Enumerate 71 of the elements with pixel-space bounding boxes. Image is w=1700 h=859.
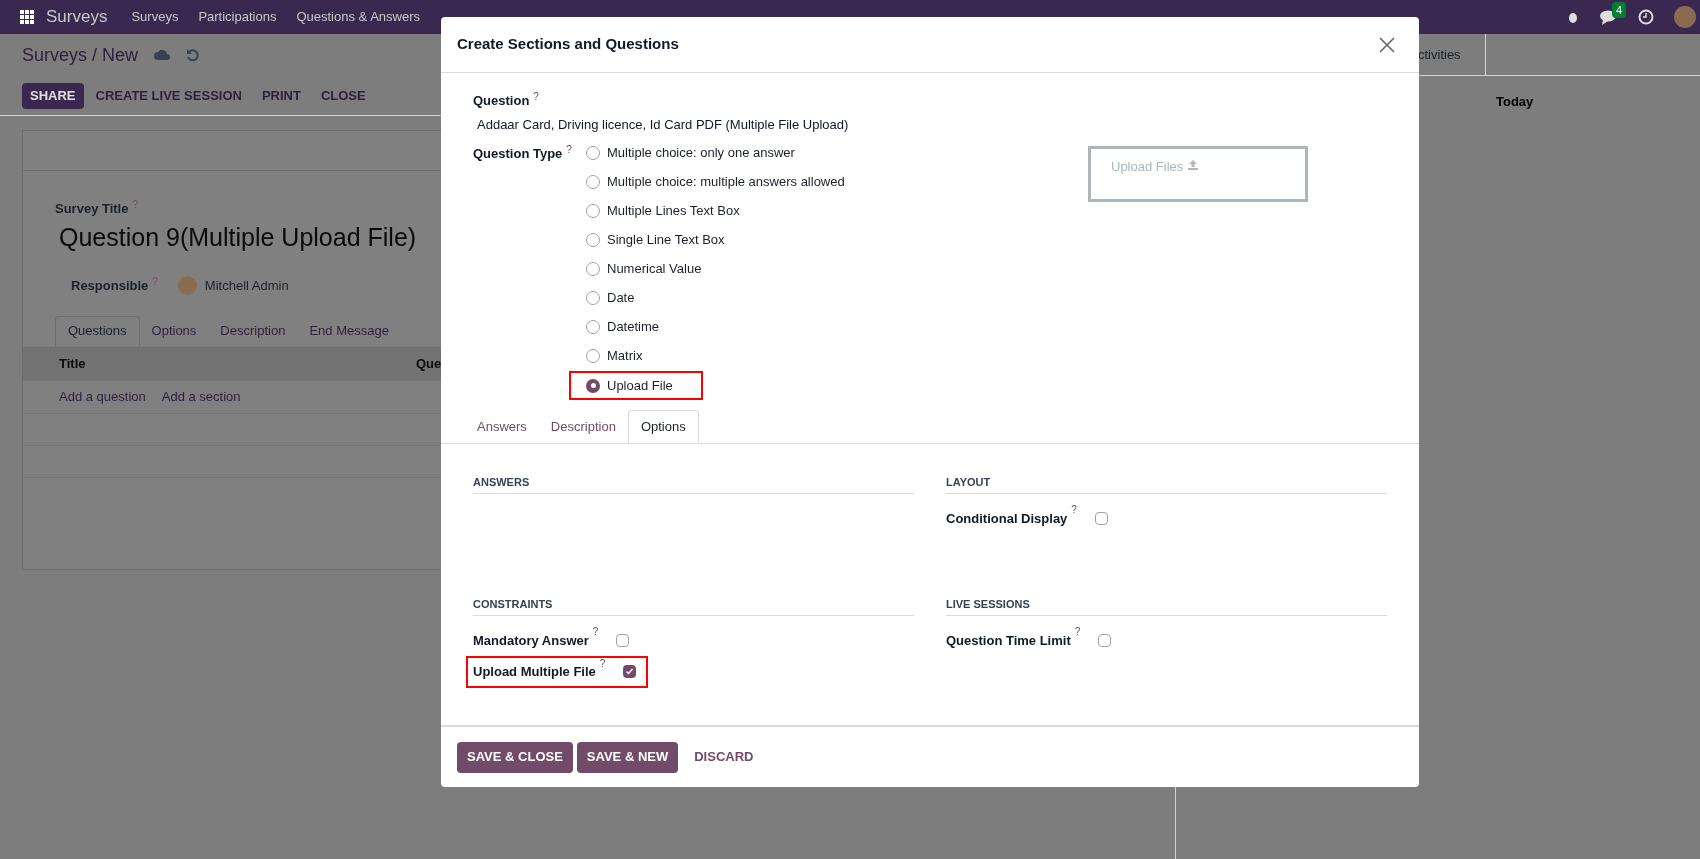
add-link[interactable]: Add a question: [59, 386, 146, 407]
section-heading: CONSTRAINTS: [473, 596, 914, 616]
date-separator: Today: [1496, 93, 1534, 111]
field-label: Mandatory Answer: [473, 632, 589, 650]
help-mark[interactable]: ?: [599, 657, 606, 669]
radio-button[interactable]: [586, 378, 600, 393]
form-tab[interactable]: End Message: [297, 315, 401, 347]
radio-label[interactable]: Single Line Text Box: [607, 229, 725, 250]
help-mark[interactable]: ?: [1074, 625, 1081, 637]
add-link[interactable]: Add a section: [161, 386, 241, 407]
question-input[interactable]: Addaar Card, Driving licence, Id Card PDF (Multiple File Upload): [477, 114, 1073, 134]
checkbox[interactable]: [623, 665, 637, 679]
help-mark[interactable]: ?: [533, 91, 539, 102]
dialog-tab[interactable]: Options: [627, 410, 699, 443]
field-label: Question Time Limit: [946, 632, 1071, 650]
discard-button[interactable]: DISCARD: [682, 741, 766, 773]
help-mark[interactable]: ?: [1071, 503, 1077, 515]
user-avatar[interactable]: [1674, 6, 1696, 28]
clock-icon[interactable]: [1638, 9, 1654, 25]
action-button[interactable]: PRINT: [253, 82, 309, 109]
breadcrumb[interactable]: Surveys / New: [22, 41, 139, 69]
radio-label[interactable]: Numerical Value: [607, 258, 702, 279]
field-label: Upload Multiple File: [473, 663, 596, 681]
preview-text: Upload Files: [1111, 158, 1184, 176]
menu-item[interactable]: Participations: [198, 7, 277, 27]
help-mark[interactable]: ?: [592, 625, 599, 637]
form-tab[interactable]: Description: [208, 315, 298, 347]
radio-label[interactable]: Multiple choice: multiple answers allowed: [607, 171, 845, 192]
field-label: Question Type: [473, 145, 563, 163]
column-header: Title: [58, 355, 87, 374]
notification-count: 4: [1612, 1, 1627, 18]
radio-label[interactable]: Datetime: [607, 316, 660, 337]
menu-item[interactable]: Surveys: [131, 7, 179, 27]
section-heading: ANSWERS: [473, 474, 914, 494]
share-button[interactable]: SHARE: [22, 82, 84, 109]
avatar: [177, 276, 197, 296]
checkbox[interactable]: [1094, 512, 1108, 525]
menu-item[interactable]: Questions & Answers: [296, 7, 420, 27]
column-header: Que: [415, 355, 442, 374]
survey-title[interactable]: Question 9(Multiple Upload File): [59, 218, 417, 256]
action-button[interactable]: CLOSE: [312, 82, 374, 109]
apps-grid-icon[interactable]: [20, 10, 34, 24]
field-label: Survey Title: [55, 200, 129, 218]
section-heading: LIVE SESSIONS: [946, 596, 1387, 616]
dialog-tab[interactable]: Description: [538, 410, 628, 443]
radio-label[interactable]: Multiple Lines Text Box: [607, 200, 740, 221]
checkbox[interactable]: [616, 634, 630, 648]
action-button[interactable]: CREATE LIVE SESSION: [87, 82, 250, 109]
cloud-upload-icon[interactable]: [154, 49, 171, 61]
field-label: Conditional Display: [946, 509, 1068, 528]
save-button[interactable]: SAVE & NEW: [576, 741, 679, 773]
undo-icon[interactable]: [186, 48, 201, 62]
field-label: Responsible: [71, 277, 149, 295]
checkbox[interactable]: [1098, 634, 1112, 648]
radio-label[interactable]: Multiple choice: only one answer: [607, 142, 795, 163]
save-button[interactable]: SAVE & CLOSE: [457, 741, 573, 773]
form-tab[interactable]: Questions: [55, 315, 140, 347]
help-mark[interactable]: ?: [566, 144, 572, 155]
radio-label[interactable]: Date: [607, 287, 635, 308]
section-heading: LAYOUT: [946, 474, 1387, 494]
dialog-title: Create Sections and Questions: [457, 34, 679, 55]
radio-label[interactable]: Upload File: [607, 375, 673, 396]
check-icon: [625, 667, 635, 677]
upload-icon: [1187, 159, 1200, 171]
app-name[interactable]: Surveys: [46, 4, 108, 30]
responsible-value[interactable]: Mitchell Admin: [204, 276, 289, 296]
dialog-tab[interactable]: Answers: [465, 410, 539, 443]
close-icon[interactable]: [1379, 36, 1395, 53]
form-tab[interactable]: Options: [139, 315, 209, 347]
field-label: Question: [473, 92, 530, 110]
radio-label[interactable]: Matrix: [607, 345, 643, 366]
